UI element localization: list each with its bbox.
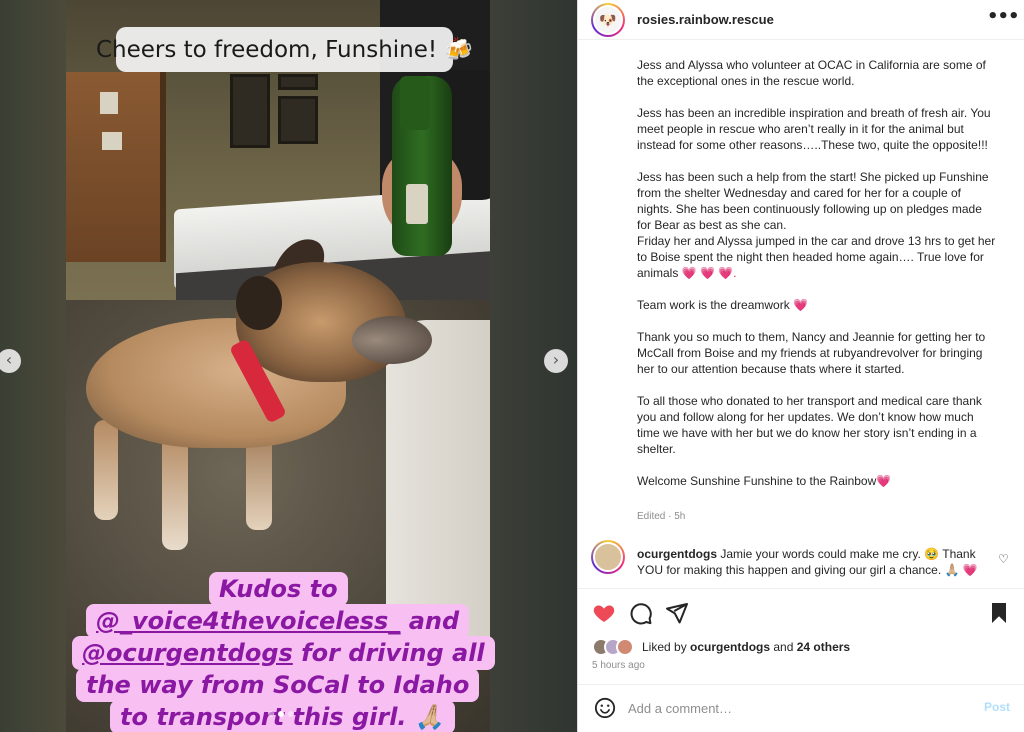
post-caption: Jess and Alyssa who volunteer at OCAC in… (637, 57, 997, 505)
heart-icon[interactable] (592, 601, 616, 625)
post-header: 🐶 rosies.rainbow.rescue ••• (578, 0, 1024, 40)
heart-emoji: 💗 (789, 298, 808, 312)
carousel-dot-active (278, 711, 284, 717)
add-comment-bar: Post (578, 684, 1024, 732)
caption-paragraph: Jess has been an incredible inspiration … (637, 106, 991, 152)
caption-paragraph: Welcome Sunshine Funshine to the Rainbow… (637, 474, 892, 488)
story-caption-bottom: Kudos to @_voice4thevoiceless_ and @ocur… (66, 568, 495, 732)
caption-paragraph: To all those who donated to her transpor… (637, 394, 982, 456)
caption-paragraph: Thank you so much to them, Nancy and Jea… (637, 330, 986, 376)
mention-ocurgentdogs: @ocurgentdogs (82, 639, 293, 667)
commenter-username[interactable]: ocurgentdogs (637, 547, 717, 561)
mention-voice4thevoiceless: @_voice4thevoiceless_ (96, 607, 401, 635)
carousel-dots (268, 711, 294, 717)
smiley-icon[interactable] (594, 697, 616, 719)
caption-line: @_voice4thevoiceless_ and (86, 604, 470, 638)
caption-area[interactable]: Jess and Alyssa who volunteer at OCAC in… (578, 41, 1024, 529)
comment-item: ocurgentdogs Jamie your words could make… (578, 538, 1024, 588)
caption-paragraph: Team work is the dreamwork 💗 (637, 298, 808, 312)
share-icon[interactable] (665, 601, 689, 625)
liker-username[interactable]: ocurgentdogs (690, 640, 770, 654)
carousel-dot (268, 711, 274, 717)
caption-paragraph: Jess has been such a help from the start… (637, 170, 996, 280)
story-caption-top: Cheers to freedom, Funshine! 🍻 (96, 27, 473, 72)
caption-line: the way from SoCal to Idaho (76, 668, 480, 702)
comment-input[interactable] (628, 697, 958, 719)
avatar-image: 🐶 (593, 5, 623, 35)
author-avatar[interactable]: 🐶 (591, 3, 625, 37)
likes-summary[interactable]: Liked by ocurgentdogs and 24 others (592, 637, 850, 657)
post-timestamp[interactable]: 5 hours ago (592, 660, 645, 671)
commenter-avatar[interactable] (591, 540, 625, 574)
likes-text: Liked by ocurgentdogs and 24 others (642, 640, 851, 654)
post-details-panel: 🐶 rosies.rainbow.rescue ••• Jess and Aly… (577, 0, 1024, 732)
comment-like-icon[interactable]: ♡ (998, 552, 1009, 566)
post-actions: Liked by ocurgentdogs and 24 others 5 ho… (578, 588, 1024, 688)
post-media[interactable]: Cheers to freedom, Funshine! 🍻 Kudos to … (0, 0, 577, 732)
bookmark-icon[interactable] (987, 601, 1011, 625)
heart-emoji: 💗 (876, 474, 892, 488)
others-link[interactable]: 24 others (797, 640, 850, 654)
edited-timestamp[interactable]: Edited · 5h (637, 511, 685, 522)
author-username[interactable]: rosies.rainbow.rescue (637, 12, 774, 27)
post-comment-button[interactable]: Post (984, 700, 1010, 714)
caption-paragraph: Jess and Alyssa who volunteer at OCAC in… (637, 58, 986, 88)
comment-text: ocurgentdogs Jamie your words could make… (637, 547, 978, 577)
next-media-button[interactable]: › (544, 349, 568, 373)
comment-icon[interactable] (629, 601, 653, 625)
carousel-dot (288, 711, 294, 717)
caption-line: @ocurgentdogs for driving all (72, 636, 495, 670)
heart-emoji: 💗 💗 💗. (678, 266, 737, 280)
more-options-icon[interactable]: ••• (987, 6, 1020, 27)
caption-line: Kudos to (209, 572, 348, 606)
liker-avatar (616, 638, 634, 656)
